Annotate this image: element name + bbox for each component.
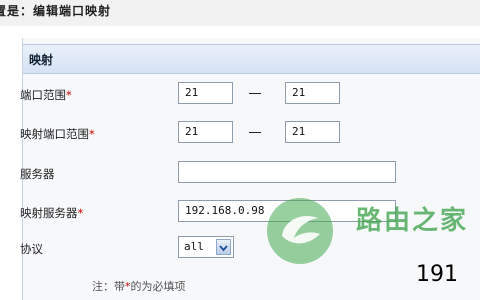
required-mark: * <box>66 88 72 102</box>
mapped-server-label: 映射服务器* <box>20 206 84 220</box>
protocol-select[interactable]: all <box>178 236 234 258</box>
range-dash <box>249 93 261 94</box>
mapped-port-range-from-input[interactable]: 21 <box>178 121 233 143</box>
server-input[interactable] <box>178 161 396 183</box>
required-mark: * <box>89 127 95 141</box>
top-bar: 置是：编辑端口映射 <box>0 0 480 26</box>
dropdown-button[interactable] <box>216 239 231 255</box>
port-range-from-input[interactable]: 21 <box>178 82 233 104</box>
required-note: 注：带*的为必填项 <box>92 280 186 293</box>
watermark-logo-icon <box>267 198 333 264</box>
chevron-down-icon <box>219 245 228 252</box>
watermark-text: 路由之家 <box>356 206 469 236</box>
port-range-to-input[interactable]: 21 <box>285 82 340 104</box>
mapped-port-range-label: 映射端口范围* <box>20 127 95 141</box>
protocol-value: all <box>184 240 204 253</box>
watermark-number: 191 <box>416 262 458 287</box>
server-label: 服务器 <box>20 167 55 181</box>
mapped-port-range-to-input[interactable]: 21 <box>285 121 340 143</box>
panel-title: 映射 <box>29 53 54 67</box>
protocol-label: 协议 <box>20 242 43 256</box>
port-range-label: 端口范围* <box>20 88 72 102</box>
range-dash <box>249 132 261 133</box>
breadcrumb: 置是：编辑端口映射 <box>0 4 112 18</box>
required-mark: * <box>77 206 84 220</box>
panel-header: 映射 <box>23 44 480 74</box>
